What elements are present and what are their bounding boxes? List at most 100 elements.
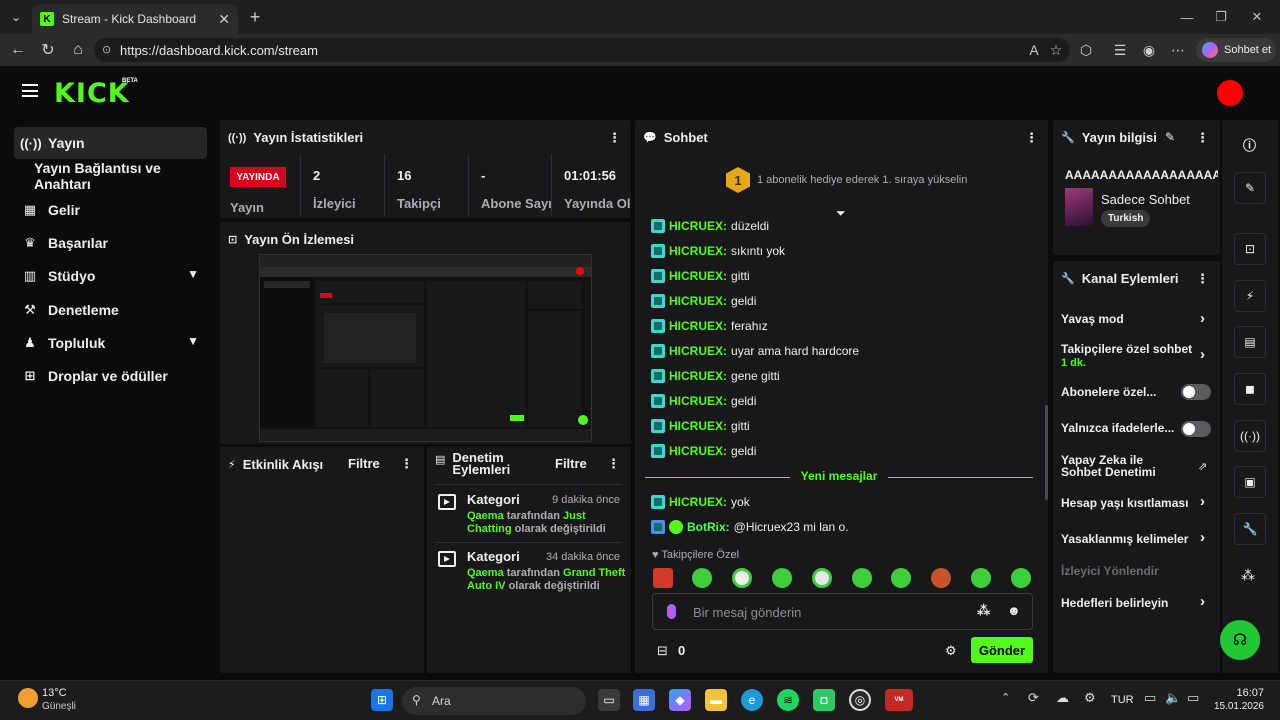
chat-username[interactable]: HICRUEX: (669, 444, 727, 458)
sidebar-item-achievements[interactable]: ♛ Başarılar (14, 227, 207, 259)
copilot-button[interactable]: Sohbet et (1196, 38, 1276, 62)
activity-filter-button[interactable]: Filtre (348, 456, 380, 471)
emote-icon[interactable] (931, 568, 951, 588)
menu-hamburger-icon[interactable] (22, 84, 38, 97)
site-info-icon[interactable]: ⊙ (102, 43, 111, 56)
favorites-list-icon[interactable]: ☰ (1108, 38, 1132, 62)
chevron-right-icon[interactable]: › (1200, 593, 1205, 610)
chat-message-input[interactable] (693, 602, 953, 622)
back-icon[interactable]: ← (3, 35, 33, 65)
broadcast-toggle-icon[interactable]: ((·)) (1234, 420, 1266, 452)
emote-icon[interactable] (971, 568, 991, 588)
show-hidden-icons-icon[interactable]: ⌃ (1001, 691, 1010, 704)
kebab-menu-icon[interactable]: ⋮ (400, 456, 413, 472)
kick-logo[interactable]: KICK (54, 78, 130, 109)
profile-icon[interactable]: ◉ (1137, 38, 1161, 62)
windows-start-icon[interactable]: ⊞ (371, 689, 393, 711)
sidebar-item-moderation[interactable]: ⚒ Denetleme (14, 294, 207, 326)
store-icon[interactable]: ▦ (633, 689, 655, 711)
chat-username[interactable]: HICRUEX: (669, 419, 727, 433)
chat-username[interactable]: HICRUEX: (669, 369, 727, 383)
chat-settings-gear-icon[interactable]: ⚙ (945, 643, 957, 659)
slow-mode-row[interactable]: Yavaş mod (1061, 313, 1211, 325)
voicemeeter-icon[interactable]: VM (885, 689, 913, 711)
notes-icon[interactable]: ▤ (1234, 326, 1266, 358)
ai-moderation-row[interactable]: Yapay Zeka ile Sohbet Denetimi (1061, 454, 1186, 478)
followers-only-row[interactable]: Takipçilere özel sohbet 1 dk. (1061, 343, 1196, 369)
extensions-icon[interactable]: ⬡ (1074, 38, 1098, 62)
event-user[interactable]: Qaema (467, 510, 504, 522)
emote-icon[interactable] (692, 568, 712, 588)
subscribers-only-toggle[interactable] (1181, 384, 1211, 400)
moderation-filter-button[interactable]: Filtre (555, 456, 587, 471)
sidebar-item-studio[interactable]: ▥ Stüdyo ▼ (14, 260, 207, 292)
chat-username[interactable]: HICRUEX: (669, 219, 727, 233)
stream-preview-video[interactable] (259, 254, 592, 442)
volume-icon[interactable]: 🔈 (1165, 690, 1181, 706)
emote-icon[interactable] (732, 568, 752, 588)
weather-temp[interactable]: 13°C (42, 687, 67, 699)
event-user[interactable]: Qaema (467, 567, 504, 579)
translate-icon[interactable]: ⁂ (977, 603, 990, 619)
sync-icon[interactable]: ⟳ (1028, 690, 1039, 706)
info-icon[interactable]: ⓘ (1243, 135, 1256, 154)
chevron-right-icon[interactable]: › (1200, 493, 1205, 510)
home-icon[interactable]: ⌂ (63, 35, 93, 65)
user-avatar[interactable] (1217, 80, 1243, 106)
banned-words-row[interactable]: Yasaklanmış kelimeler (1061, 533, 1211, 545)
stream-category[interactable]: Sadece Sohbet (1101, 192, 1190, 207)
sidebar-item-drops[interactable]: ⊞ Droplar ve ödüller (14, 360, 207, 392)
preview-toggle-icon[interactable]: ⊡ (1234, 233, 1266, 265)
kebab-menu-icon[interactable]: ⋮ (1196, 271, 1209, 287)
read-aloud-icon[interactable]: A (1022, 38, 1046, 62)
send-button[interactable]: Gönder (971, 637, 1033, 663)
category-thumbnail[interactable] (1065, 188, 1093, 226)
spotify-icon[interactable]: ≋ (777, 689, 799, 711)
taskbar-search[interactable]: ⚲ Ara (402, 687, 586, 715)
kebab-menu-icon[interactable]: ⋮ (607, 456, 620, 472)
edge-browser-icon[interactable]: e (741, 689, 763, 711)
cloud-icon[interactable]: ☁ (1056, 690, 1069, 706)
microphone-icon[interactable] (667, 604, 676, 619)
chat-username[interactable]: HICRUEX: (669, 344, 727, 358)
chat-username[interactable]: HICRUEX: (669, 495, 727, 509)
kebab-menu-icon[interactable]: ⋮ (1196, 130, 1209, 146)
browser-tab[interactable]: K Stream - Kick Dashboard ✕ (32, 4, 238, 34)
chat-username[interactable]: HICRUEX: (669, 319, 727, 333)
emote-icon[interactable] (772, 568, 792, 588)
chat-username[interactable]: HICRUEX: (669, 294, 727, 308)
emotes-only-toggle[interactable] (1181, 421, 1211, 437)
sidebar-item-stream-key[interactable]: Yayın Bağlantısı ve Anahtarı (28, 160, 218, 192)
chat-username[interactable]: HICRUEX: (669, 394, 727, 408)
url-field[interactable]: ⊙ https://dashboard.kick.com/stream (94, 38, 1070, 62)
chat-username[interactable]: BotRix: (687, 520, 730, 534)
chat-username[interactable]: HICRUEX: (669, 244, 727, 258)
emote-icon[interactable] (653, 568, 673, 588)
account-age-row[interactable]: Hesap yaşı kısıtlaması (1061, 497, 1211, 509)
sidebar-item-revenue[interactable]: ▦ Gelir (14, 194, 207, 226)
moderation-log-toggle-icon[interactable]: ▣ (1234, 466, 1266, 498)
close-tab-icon[interactable]: ✕ (218, 11, 230, 28)
new-tab-icon[interactable]: + (244, 6, 266, 28)
close-window-icon[interactable]: ✕ (1234, 0, 1280, 34)
weather-sun-icon[interactable] (18, 688, 38, 708)
new-messages-divider[interactable]: Yeni mesajlar (645, 469, 1033, 485)
external-link-icon[interactable]: ⇗ (1198, 460, 1207, 473)
more-menu-icon[interactable]: ⋯ (1166, 38, 1190, 62)
favorite-star-icon[interactable]: ☆ (1044, 38, 1068, 62)
kick-app-icon[interactable]: ◘ (813, 689, 835, 711)
set-goals-row[interactable]: Hedefleri belirleyin (1061, 597, 1211, 609)
refresh-icon[interactable]: ↻ (33, 35, 63, 65)
emote-icon[interactable] (1011, 568, 1031, 588)
more-widgets-icon[interactable]: ⁂ (1241, 567, 1255, 584)
tab-list-icon[interactable]: ⌄ (0, 0, 32, 34)
chevron-right-icon[interactable]: › (1200, 310, 1205, 327)
steam-icon[interactable]: ⚙ (1084, 690, 1096, 706)
wrench-toggle-icon[interactable]: 🔧 (1234, 513, 1266, 545)
input-language[interactable]: TUR (1111, 694, 1134, 706)
emote-icon[interactable] (852, 568, 872, 588)
chat-scrollbar[interactable] (1045, 405, 1048, 500)
kebab-menu-icon[interactable]: ⋮ (1025, 130, 1038, 146)
support-headset-icon[interactable]: ☊ (1220, 620, 1260, 660)
emote-icon[interactable] (891, 568, 911, 588)
